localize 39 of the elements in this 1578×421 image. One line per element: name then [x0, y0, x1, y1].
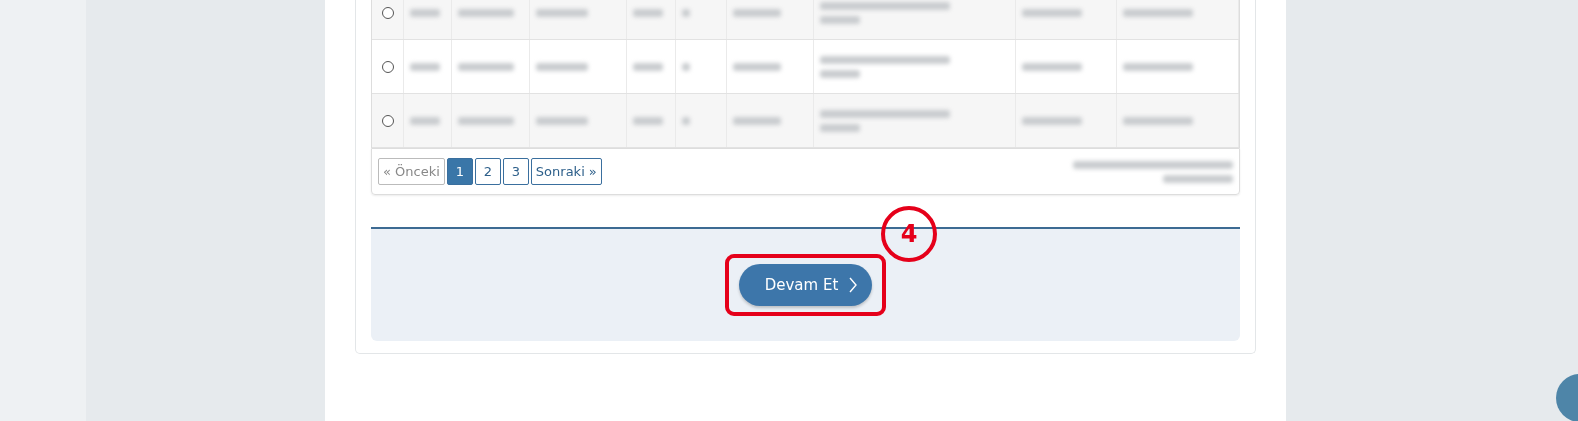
radio-button[interactable] [382, 114, 394, 127]
previous-button[interactable]: « Önceki [378, 158, 445, 185]
blurred-text [681, 62, 690, 71]
page-button[interactable]: 3 [502, 158, 529, 185]
blurred-text [1123, 8, 1194, 17]
blurred-text [819, 15, 860, 24]
page-button[interactable]: 1 [446, 158, 473, 185]
blurred-text [457, 116, 514, 125]
blurred-text [732, 62, 781, 71]
blurred-text [819, 123, 860, 132]
page-button[interactable]: 2 [474, 158, 501, 185]
blurred-text [819, 69, 860, 78]
blurred-text [409, 116, 440, 125]
blurred-text [681, 8, 690, 17]
blurred-text [457, 62, 514, 71]
blurred-text [732, 116, 781, 125]
blurred-text [1123, 116, 1194, 125]
radio-button[interactable] [382, 60, 394, 73]
continue-button[interactable]: Devam Et [738, 264, 873, 306]
blurred-text [732, 8, 781, 17]
blurred-text [409, 8, 440, 17]
blurred-text [535, 116, 588, 125]
blurred-text [1022, 116, 1083, 125]
blurred-text [535, 62, 588, 71]
next-button[interactable]: Sonraki » [530, 158, 602, 185]
blurred-text [457, 8, 514, 17]
blurred-text [1163, 174, 1233, 183]
chevron-right-icon [848, 276, 859, 294]
blurred-text [681, 116, 690, 125]
blurred-text [535, 8, 588, 17]
blurred-text [632, 8, 663, 17]
step-number: 4 [881, 206, 937, 262]
blurred-text [632, 116, 663, 125]
blurred-text [1123, 62, 1194, 71]
radio-button[interactable] [382, 6, 394, 19]
blurred-text [632, 62, 663, 71]
blurred-text [1022, 8, 1083, 17]
blurred-text [409, 62, 440, 71]
blurred-text [1022, 62, 1083, 71]
